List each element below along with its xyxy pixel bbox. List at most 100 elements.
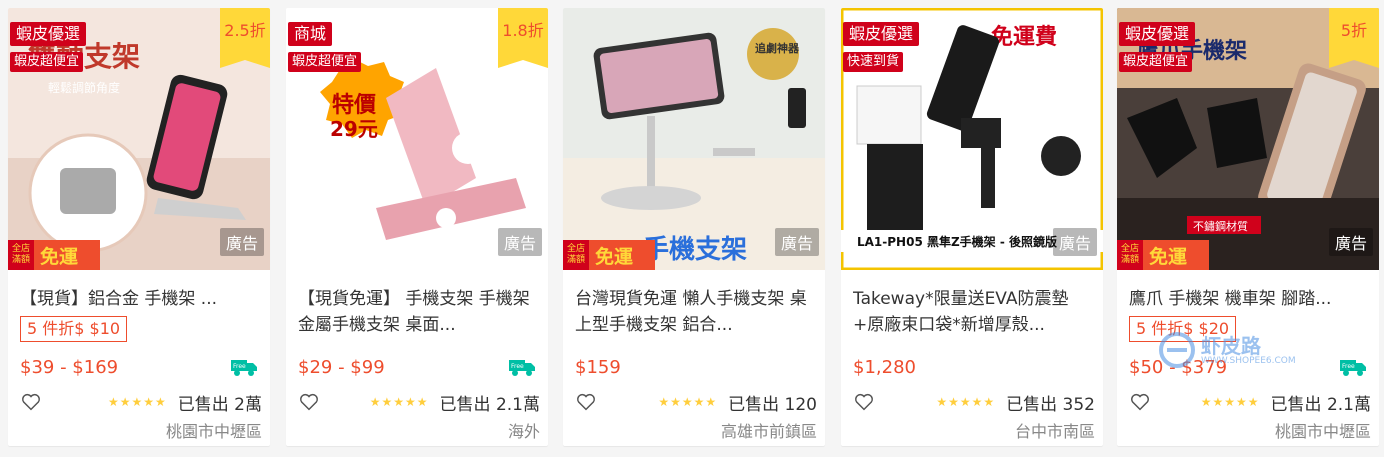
price-row: $159 <box>575 354 813 380</box>
product-title[interactable]: Takeway*限量送EVA防震墊+原廠束口袋*新增厚殼... <box>853 286 1091 338</box>
discount-flag: 2.5折 <box>220 8 270 68</box>
image-headline: 特價 <box>332 92 377 118</box>
sold-count: 已售出 352 <box>1006 394 1095 415</box>
star-icon: ★ <box>983 395 995 409</box>
heart-icon[interactable] <box>298 391 320 413</box>
product-info: Takeway*限量送EVA防震墊+原廠束口袋*新增厚殼... $1,280 ★… <box>841 270 1103 446</box>
product-card[interactable]: 鷹爪手機架 不鏽鋼材質 蝦皮優選 蝦皮超便宜 5折 廣告 全店滿額 免運 鷹爪 … <box>1117 8 1379 446</box>
product-title[interactable]: 台灣現貨免運 懶人手機支架 桌上型手機支架 鋁合... <box>575 286 813 338</box>
star-icon: ★ <box>381 395 393 409</box>
discount-flag: 1.8折 <box>498 8 548 68</box>
star-icon: ★ <box>405 395 416 409</box>
product-card[interactable]: 追劇神器 手機支架 廣告 全店滿額 免運 台灣現貨免運 懶人手機支架 桌上型手機… <box>563 8 825 446</box>
star-icon: ★ <box>369 395 381 409</box>
star-icon: ★ <box>948 395 959 409</box>
free-shipping-icon: Free <box>231 360 257 376</box>
star-icon: ★ <box>670 395 681 409</box>
heart-icon[interactable] <box>575 391 597 413</box>
image-subline: LA1-PH05 黑隼Z手機架 - 後照鏡版 <box>857 234 1057 249</box>
free-shipping-small-text: 全店滿額 <box>1117 240 1143 270</box>
free-shipping-banner: 全店滿額 免運 <box>8 240 100 270</box>
star-icon: ★ <box>1236 395 1247 409</box>
free-shipping-banner: 全店滿額 免運 <box>1117 240 1209 270</box>
product-grid: 雙軸支架 輕鬆調節角度 蝦皮優選 蝦皮超便宜 2.5折 廣告 全店滿額 免運 【… <box>0 0 1384 457</box>
badge-cheap: 蝦皮超便宜 <box>1119 52 1193 72</box>
svg-text:Free: Free <box>233 363 246 370</box>
seller-location: 台中市南區 <box>1014 422 1095 441</box>
sold-count: 已售出 2.1萬 <box>1270 394 1371 415</box>
heart-icon[interactable] <box>20 391 42 413</box>
product-price: $29 - $99 <box>298 356 385 378</box>
product-card[interactable]: 免運費 LA1-PH05 黑隼Z手機架 - 後照鏡版 蝦皮優選 快速到貨 廣告 … <box>841 8 1103 446</box>
free-shipping-banner: 全店滿額 免運 <box>563 240 655 270</box>
product-title[interactable]: 【現貨】鋁合金 手機架 ... <box>20 286 258 312</box>
heart-icon[interactable] <box>1129 391 1151 413</box>
ad-label: 廣告 <box>1052 228 1097 256</box>
stats-row: ★ ★ ★ ★ ★ 已售出 2萬 <box>20 390 262 415</box>
seller-location: 桃園市中壢區 <box>165 422 262 441</box>
stats-row: ★ ★ ★ ★ ★ 已售出 120 <box>575 390 817 415</box>
product-image[interactable]: 追劇神器 手機支架 廣告 全店滿額 免運 <box>563 8 825 270</box>
star-icon: ★ <box>131 395 143 409</box>
star-icon: ★ <box>705 395 717 409</box>
star-icon: ★ <box>416 395 428 409</box>
star-icon: ★ <box>1212 395 1224 409</box>
star-icon: ★ <box>393 395 405 409</box>
product-image[interactable]: 免運費 LA1-PH05 黑隼Z手機架 - 後照鏡版 蝦皮優選 快速到貨 廣告 <box>841 8 1103 270</box>
star-icon: ★ <box>1247 395 1259 409</box>
product-info: 台灣現貨免運 懶人手機支架 桌上型手機支架 鋁合... $159 ★ ★ ★ ★ ★ 已… <box>563 270 825 446</box>
badge-preferred: 蝦皮優選 <box>10 22 87 46</box>
ad-label: 廣告 <box>219 228 264 256</box>
product-title[interactable]: 【現貨免運】 手機支架 手機架 金屬手機支架 桌面... <box>298 286 536 338</box>
product-info: 【現貨】鋁合金 手機架 ... 5 件折$ $10 $39 - $169 Fre… <box>8 270 270 446</box>
free-shipping-big-text: 免運 <box>1149 245 1188 268</box>
star-icon: ★ <box>119 395 131 409</box>
free-shipping-icon: Free <box>509 360 535 376</box>
price-row: $1,280 <box>853 354 1091 380</box>
image-subline: 29元 <box>330 117 378 141</box>
star-icon: ★ <box>936 395 948 409</box>
ad-label: 廣告 <box>497 228 542 256</box>
product-image[interactable]: 特價 29元 商城 蝦皮超便宜 1.8折 廣告 <box>286 8 548 270</box>
product-price: $50 - $379 <box>1129 356 1228 378</box>
price-row: $50 - $379 Free <box>1129 354 1367 380</box>
stats-row: ★ ★ ★ ★ ★ 已售出 2.1萬 <box>1129 390 1371 415</box>
star-icon: ★ <box>959 395 971 409</box>
image-subline: 不鏽鋼材質 <box>1193 219 1248 233</box>
star-icon: ★ <box>971 395 983 409</box>
seller-location: 高雄市前鎮區 <box>720 422 817 441</box>
star-icon: ★ <box>107 395 119 409</box>
badge-preferred: 蝦皮優選 <box>1119 22 1196 46</box>
bundle-deal-tag: 5 件折$ $20 <box>1129 316 1237 342</box>
product-card[interactable]: 特價 29元 商城 蝦皮超便宜 1.8折 廣告 【現貨免運】 手機支架 手機架 … <box>286 8 548 446</box>
rating-stars: ★ ★ ★ ★ ★ <box>108 395 166 409</box>
seller-location: 海外 <box>507 422 540 441</box>
product-card[interactable]: 雙軸支架 輕鬆調節角度 蝦皮優選 蝦皮超便宜 2.5折 廣告 全店滿額 免運 【… <box>8 8 270 446</box>
bundle-deal-tag: 5 件折$ $10 <box>20 316 128 342</box>
product-title[interactable]: 鷹爪 手機架 機車架 腳踏... <box>1129 286 1367 312</box>
star-icon: ★ <box>681 395 693 409</box>
product-image[interactable]: 雙軸支架 輕鬆調節角度 蝦皮優選 蝦皮超便宜 2.5折 廣告 全店滿額 免運 <box>8 8 270 270</box>
image-subline: 手機支架 <box>643 235 747 265</box>
rating-stars: ★ ★ ★ ★ ★ <box>1201 395 1259 409</box>
ad-label: 廣告 <box>774 228 819 256</box>
badge-mall: 商城 <box>288 22 333 46</box>
seller-location: 桃園市中壢區 <box>1274 422 1371 441</box>
star-icon: ★ <box>143 395 154 409</box>
product-info: 鷹爪 手機架 機車架 腳踏... 5 件折$ $20 $50 - $379 Fr… <box>1117 270 1379 446</box>
badge-preferred: 蝦皮優選 <box>843 22 920 46</box>
price-row: $39 - $169 Free <box>20 354 258 380</box>
free-shipping-small-text: 全店滿額 <box>563 240 589 270</box>
sold-count: 已售出 2.1萬 <box>439 394 540 415</box>
stats-row: ★ ★ ★ ★ ★ 已售出 352 <box>853 390 1095 415</box>
price-row: $29 - $99 Free <box>298 354 536 380</box>
product-info: 【現貨免運】 手機支架 手機架 金屬手機支架 桌面... $29 - $99 F… <box>286 270 548 446</box>
ad-label: 廣告 <box>1328 228 1373 256</box>
star-icon: ★ <box>658 395 670 409</box>
svg-text:Free: Free <box>511 363 524 370</box>
heart-icon[interactable] <box>853 391 875 413</box>
product-image[interactable]: 鷹爪手機架 不鏽鋼材質 蝦皮優選 蝦皮超便宜 5折 廣告 全店滿額 免運 <box>1117 8 1379 270</box>
star-icon: ★ <box>1200 395 1212 409</box>
sold-count: 已售出 2萬 <box>177 394 262 415</box>
svg-text:Free: Free <box>1342 363 1355 370</box>
